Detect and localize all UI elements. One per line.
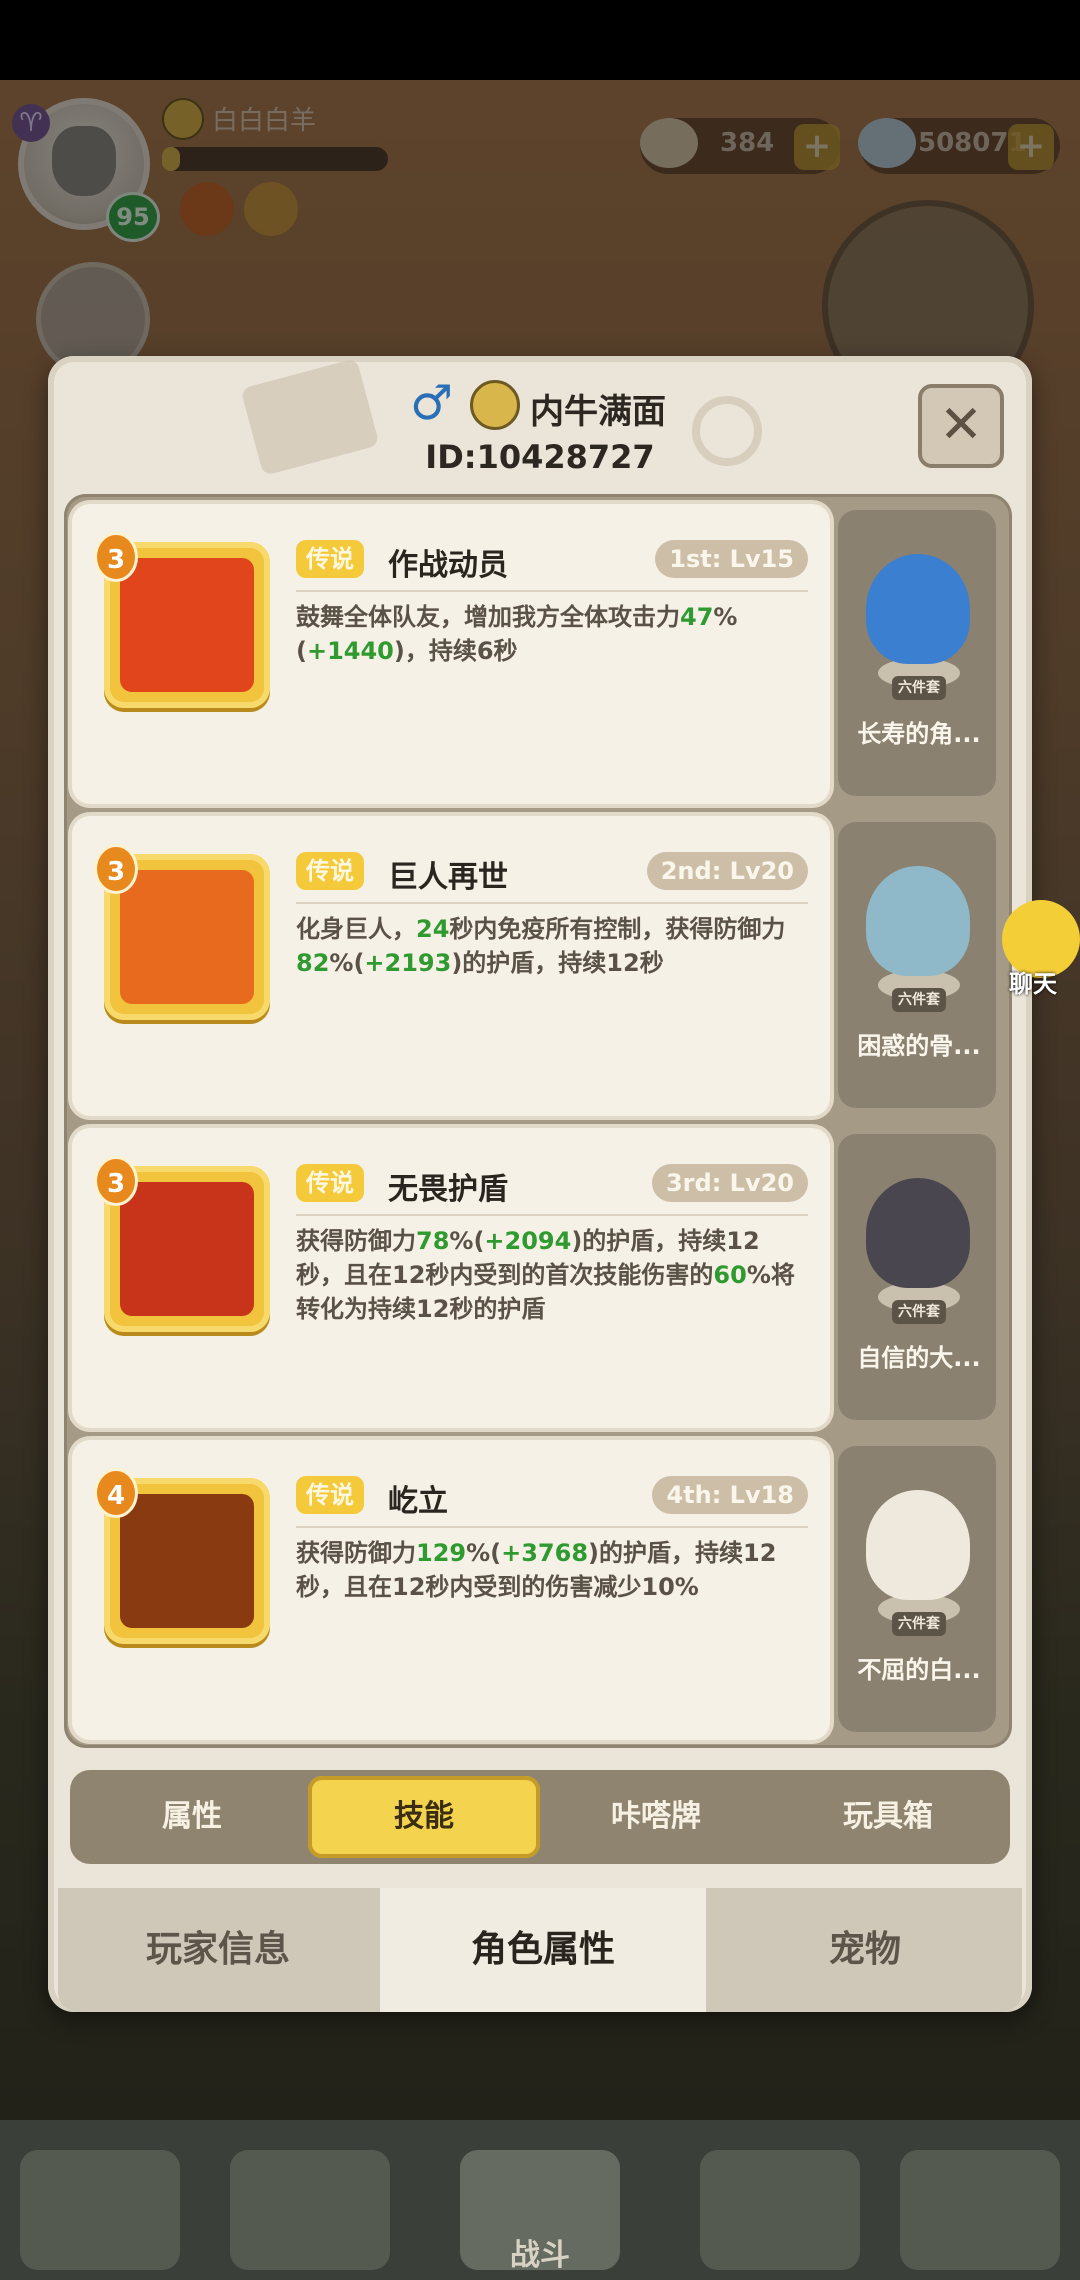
tab-player-info[interactable]: 玩家信息 — [58, 1888, 378, 2012]
skill-description-part: 78 — [416, 1227, 450, 1255]
skill-rank-badge: 4 — [94, 1468, 138, 1518]
skill-description: 获得防御力78%(+2094)的护盾，持续12秒，且在12秒内受到的首次技能伤害… — [296, 1224, 804, 1326]
nav-character-icon[interactable] — [20, 2150, 180, 2270]
tab-character-attributes[interactable]: 角色属性 — [380, 1888, 706, 2012]
pet-set-tag: 六件套 — [892, 988, 946, 1012]
divider — [296, 590, 808, 592]
tab-toybox[interactable]: 玩具箱 — [772, 1770, 1004, 1864]
skill-description-part: +2094 — [484, 1227, 572, 1255]
skill-description: 鼓舞全体队友，增加我方全体攻击力47%(+1440)，持续6秒 — [296, 600, 804, 668]
pet-figure-icon — [866, 866, 970, 976]
pet-figure-icon — [866, 1490, 970, 1600]
pet-name: 长寿的角... — [857, 720, 981, 748]
tab-cards[interactable]: 咔嗒牌 — [540, 1770, 772, 1864]
skill-description-part: 获得防御力 — [296, 1227, 416, 1255]
skill-description-part: 47 — [680, 603, 714, 631]
skill-art — [120, 558, 254, 692]
skill-description: 化身巨人，24秒内免疫所有控制，获得防御力 82%(+2193)的护盾，持续12秒 — [296, 912, 804, 980]
skill-description-part: 129 — [416, 1539, 467, 1567]
skill-description-part: 鼓舞全体队友，增加我方全体攻击力 — [296, 603, 680, 631]
tab-pets[interactable]: 宠物 — [708, 1888, 1022, 2012]
skill-art — [120, 1182, 254, 1316]
skill-name: 无畏护盾 — [388, 1172, 508, 1207]
skill-description-part: 获得防御力 — [296, 1539, 416, 1567]
legendary-tag: 传说 — [296, 1476, 364, 1514]
close-button[interactable]: ✕ — [918, 384, 1004, 468]
skill-description-part: +3768 — [501, 1539, 589, 1567]
emoji-icon — [470, 380, 520, 430]
divider — [296, 1214, 808, 1216]
skill-name: 作战动员 — [388, 548, 508, 583]
player-name: 内牛满面 — [530, 392, 666, 432]
skill-name: 巨人再世 — [388, 860, 508, 895]
tab-attributes[interactable]: 属性 — [76, 1770, 308, 1864]
legendary-tag: 传说 — [296, 852, 364, 890]
pet-name: 困惑的骨... — [857, 1032, 981, 1060]
skill-description-part: 82 — [296, 949, 330, 977]
skill-rank-badge: 3 — [94, 844, 138, 894]
skill-name: 屹立 — [388, 1484, 448, 1519]
divider — [296, 902, 808, 904]
pet-name: 不屈的白... — [857, 1656, 981, 1684]
pet-figure-icon — [866, 554, 970, 664]
chat-label[interactable]: 聊天 — [986, 964, 1080, 999]
nav-fight-label[interactable]: 战斗 — [480, 2230, 600, 2274]
legendary-tag: 传说 — [296, 1164, 364, 1202]
tab-skills[interactable]: 技能 — [308, 1776, 540, 1858]
skill-art — [120, 870, 254, 1004]
pet-figure-icon — [866, 1178, 970, 1288]
skill-description-part: 化身巨人， — [296, 915, 416, 943]
skill-description-part: 24 — [416, 915, 450, 943]
nav-pet-icon[interactable] — [700, 2150, 860, 2270]
skill-art — [120, 1494, 254, 1628]
divider — [296, 1526, 808, 1528]
pet-set-tag: 六件套 — [892, 676, 946, 700]
skill-description-part: %( — [449, 1227, 485, 1255]
legendary-tag: 传说 — [296, 540, 364, 578]
skill-description: 获得防御力129%(+3768)的护盾，持续12秒，且在12秒内受到的伤害减少1… — [296, 1536, 804, 1604]
pet-set-tag: 六件套 — [892, 1612, 946, 1636]
skill-rank-badge: 3 — [94, 532, 138, 582]
nav-map-icon[interactable] — [900, 2150, 1060, 2270]
skill-level-tag: 3rd: Lv20 — [651, 1164, 808, 1202]
skill-description-part: 秒内免疫所有控制，获得防御力 — [449, 915, 786, 943]
nav-hero-icon[interactable] — [230, 2150, 390, 2270]
skill-description-part: %( — [466, 1539, 502, 1567]
pet-name: 自信的大... — [857, 1344, 981, 1372]
skill-level-tag: 1st: Lv15 — [655, 540, 808, 578]
skill-description-part: %( — [329, 949, 365, 977]
skill-description-part: +2193 — [364, 949, 452, 977]
male-icon: ♂ — [410, 375, 454, 431]
skill-description-part: )，持续6秒 — [393, 637, 518, 665]
skill-description-part: 60 — [713, 1261, 747, 1289]
pet-set-tag: 六件套 — [892, 1300, 946, 1324]
skill-description-part: )的护盾，持续12秒 — [451, 949, 664, 977]
skill-rank-badge: 3 — [94, 1156, 138, 1206]
skill-level-tag: 2nd: Lv20 — [646, 852, 808, 890]
skill-description-part: +1440 — [306, 637, 394, 665]
skill-level-tag: 4th: Lv18 — [652, 1476, 808, 1514]
